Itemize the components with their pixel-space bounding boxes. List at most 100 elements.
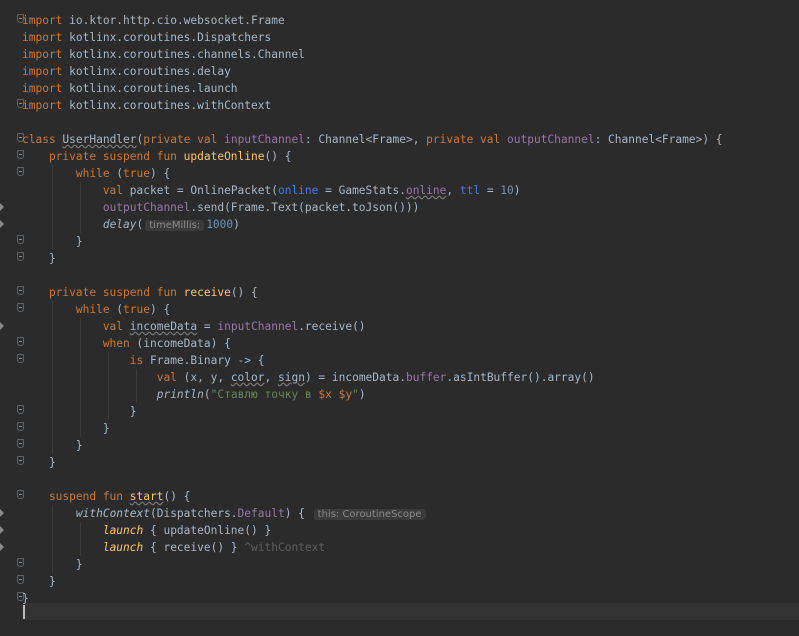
code-token: = <box>480 184 501 197</box>
code-line[interactable]: val (x, y, color, sign) = incomeData.buf… <box>22 369 723 386</box>
code-line[interactable] <box>22 114 723 131</box>
code-token: (Dispatchers. <box>149 507 238 520</box>
code-token: kotlinx.coroutines.withContext <box>69 99 272 112</box>
code-token: outputChannel <box>507 133 595 146</box>
code-lines[interactable]: import io.ktor.http.cio.websocket.Frame i… <box>22 12 723 607</box>
code-line[interactable]: import kotlinx.coroutines.launch <box>22 80 723 97</box>
code-line[interactable]: } <box>22 454 723 471</box>
code-token: val <box>22 371 184 384</box>
code-token: (incomeData) { <box>136 337 231 350</box>
code-line[interactable] <box>22 471 723 488</box>
code-line[interactable]: } <box>22 420 723 437</box>
code-token: import <box>22 31 70 44</box>
code-line[interactable]: import kotlinx.coroutines.delay <box>22 63 723 80</box>
code-token: private val <box>426 133 507 146</box>
code-token: kotlinx.coroutines.Dispatchers <box>69 31 272 44</box>
editor-gutter[interactable] <box>0 0 24 636</box>
code-line[interactable]: import kotlinx.coroutines.Dispatchers <box>22 29 723 46</box>
code-line[interactable]: outputChannel.send(Frame.Text(packet.toJ… <box>22 199 723 216</box>
code-token: private val <box>143 133 225 146</box>
code-token: online <box>277 184 319 197</box>
code-token: .asIntBuffer().array() <box>446 371 595 384</box>
code-token: } <box>22 235 83 248</box>
code-token: suspend fun <box>22 490 130 503</box>
code-line[interactable]: launch { updateOnline() } <box>22 522 723 539</box>
code-line[interactable]: val incomeData = inputChannel.receive() <box>22 318 723 335</box>
code-token: = GameStats. <box>318 184 406 197</box>
code-token: Default <box>237 507 285 520</box>
code-line[interactable]: launch { receive() } ^withContext <box>22 539 723 556</box>
suspend-call-icon <box>0 543 5 551</box>
code-token: inputChannel <box>224 133 305 146</box>
inlay-hint: this: CoroutineScope <box>313 509 426 520</box>
suspend-call-icon <box>0 203 5 211</box>
code-line[interactable]: withContext(Dispatchers.Default) { this:… <box>22 505 723 522</box>
code-token: ) <box>513 184 521 197</box>
code-token: .receive() <box>298 320 366 333</box>
code-token: : Channel<Frame>, <box>304 133 427 146</box>
code-line[interactable]: when (incomeData) { <box>22 335 723 352</box>
code-token: incomeData <box>129 320 198 333</box>
code-token: updateOnline <box>183 150 265 163</box>
code-line[interactable]: import kotlinx.coroutines.channels.Chann… <box>22 46 723 63</box>
code-token: } <box>22 592 29 605</box>
code-token: inputChannel <box>217 320 299 333</box>
code-token: 1000 <box>206 218 234 231</box>
code-line[interactable]: println("Ставлю точку в $x $y") <box>22 386 723 403</box>
code-line[interactable] <box>22 267 723 284</box>
code-token: launch <box>102 541 144 554</box>
code-token: ( <box>136 218 144 231</box>
code-line[interactable]: } <box>22 573 723 590</box>
code-token: } <box>22 252 56 265</box>
code-token: outputChannel <box>102 201 191 214</box>
code-line[interactable]: while (true) { <box>22 165 723 182</box>
code-token: 10 <box>500 184 514 197</box>
code-line[interactable]: while (true) { <box>22 301 723 318</box>
code-token: } <box>22 575 56 588</box>
code-token: kotlinx.coroutines.delay <box>69 65 231 78</box>
code-token: () { <box>163 490 191 503</box>
code-line[interactable]: private suspend fun receive() { <box>22 284 723 301</box>
code-token: when <box>22 337 137 350</box>
code-line[interactable]: private suspend fun updateOnline() { <box>22 148 723 165</box>
code-token: } <box>22 558 83 571</box>
code-line[interactable]: } <box>22 250 723 267</box>
code-token: ) { <box>284 507 312 520</box>
code-line[interactable]: import kotlinx.coroutines.withContext <box>22 97 723 114</box>
code-token: = <box>197 320 218 333</box>
code-token: val <box>22 320 130 333</box>
code-token: $x $y <box>318 388 353 401</box>
code-line[interactable]: } <box>22 590 723 607</box>
code-token: } <box>22 439 83 452</box>
code-token: is <box>22 354 150 367</box>
code-line[interactable]: delay(timeMillis: 1000) <box>22 216 723 233</box>
code-token: import <box>22 65 70 78</box>
suspend-call-icon <box>0 509 5 517</box>
code-token: () { <box>230 286 258 299</box>
code-line[interactable]: is Frame.Binary -> { <box>22 352 723 369</box>
code-token: "Ставлю точку в <box>210 388 319 401</box>
code-token: ( <box>203 388 211 401</box>
code-token: import <box>22 99 70 112</box>
code-token: buffer <box>405 371 447 384</box>
code-line[interactable]: } <box>22 233 723 250</box>
code-token: kotlinx.coroutines.channels.Channel <box>69 48 305 61</box>
code-token: private suspend fun <box>22 150 184 163</box>
code-line[interactable]: val packet = OnlinePacket(online = GameS… <box>22 182 723 199</box>
code-line[interactable]: suspend fun start() { <box>22 488 723 505</box>
code-token: } <box>22 405 137 418</box>
code-line[interactable]: } <box>22 556 723 573</box>
code-line[interactable]: } <box>22 437 723 454</box>
code-line[interactable]: import io.ktor.http.cio.websocket.Frame <box>22 12 723 29</box>
code-token: io.ktor.http.cio.websocket.Frame <box>69 14 285 27</box>
code-token: while <box>22 303 117 316</box>
code-line[interactable]: class UserHandler(private val inputChann… <box>22 131 723 148</box>
code-editor[interactable]: import io.ktor.http.cio.websocket.Frame i… <box>0 0 799 636</box>
code-token: () { <box>264 150 292 163</box>
code-token: start <box>129 490 164 503</box>
code-token: import <box>22 82 70 95</box>
code-line[interactable]: } <box>22 403 723 420</box>
